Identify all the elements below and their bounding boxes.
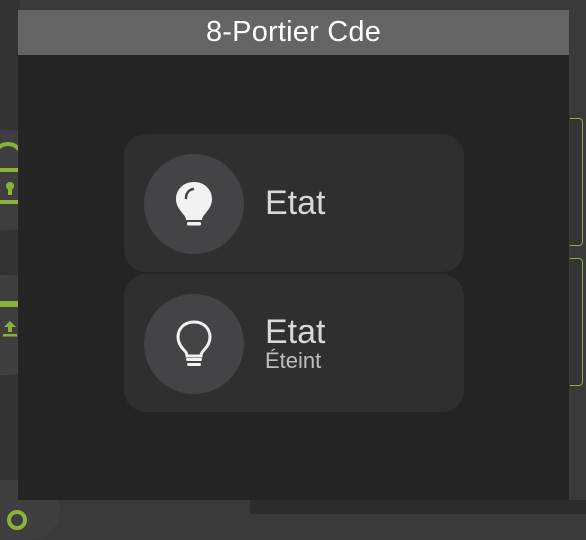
lightbulb-outline-icon (176, 320, 212, 366)
icon-circle[interactable] (144, 294, 244, 394)
modal-title: 8-Portier Cde (205, 16, 382, 48)
background-panel (0, 0, 20, 514)
card-text: Etat (265, 185, 325, 221)
background-card-right-1[interactable] (570, 118, 583, 246)
card-state: Éteint (265, 348, 322, 373)
background-card-right-2[interactable] (570, 258, 583, 386)
card-text: Etat Éteint (265, 314, 325, 372)
card-label: Etat (265, 184, 326, 222)
icon-circle[interactable] (144, 154, 244, 254)
device-modal: 8-Portier Cde Etat Etat Éteint (18, 10, 569, 500)
card-label: Etat (265, 313, 326, 351)
status-card-filled[interactable]: Etat (124, 134, 464, 272)
background-strip (250, 500, 586, 514)
lightbulb-filled-icon (176, 182, 212, 226)
status-card-outline[interactable]: Etat Éteint (124, 274, 464, 412)
modal-header: 8-Portier Cde (18, 10, 569, 55)
